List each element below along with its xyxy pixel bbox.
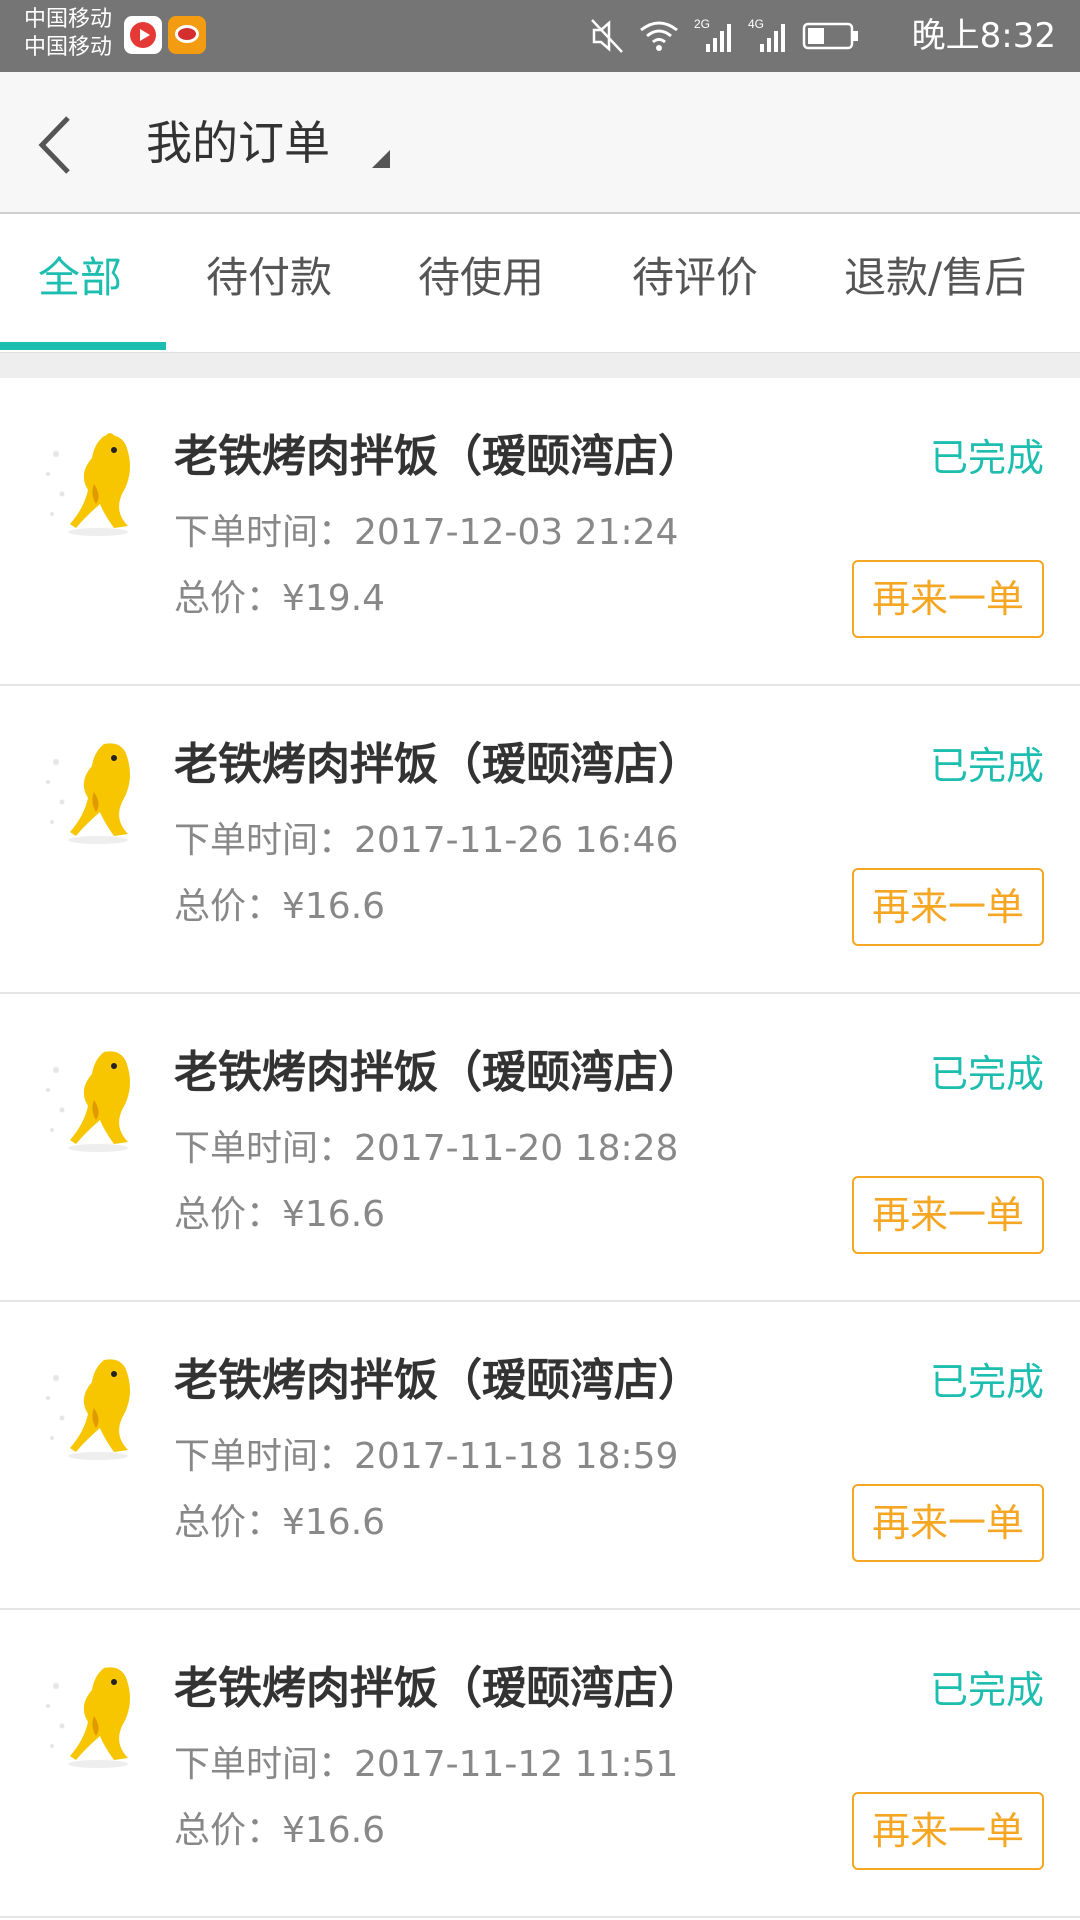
page-title[interactable]: 我的订单 (146, 108, 330, 178)
status-icons: 2G 4G (590, 14, 860, 58)
tab-refund[interactable]: 退款/售后 (844, 250, 1026, 306)
carrier-2: 中国移动 (24, 35, 113, 60)
order-time: 下单时间：2017-11-18 18:59 (174, 1436, 679, 1477)
order-total: 总价：¥16.6 (174, 1502, 386, 1543)
order-total: 总价：¥16.6 (174, 886, 386, 927)
shop-name: 老铁烤肉拌饭（瑷颐湾店） (174, 739, 702, 790)
order-card[interactable]: 老铁烤肉拌饭（瑷颐湾店） 已完成 下单时间：2017-11-26 16:46 总… (0, 686, 1080, 994)
status-bar: 中国移动 中国移动 2G 4G 晚上8:32 (0, 0, 1080, 72)
net-2g-label: 2G (694, 17, 710, 31)
order-list: 老铁烤肉拌饭（瑷颐湾店） 已完成 下单时间：2017-12-03 21:24 总… (0, 378, 1080, 1918)
shop-name: 老铁烤肉拌饭（瑷颐湾店） (174, 1355, 702, 1406)
order-card[interactable]: 老铁烤肉拌饭（瑷颐湾店） 已完成 下单时间：2017-11-18 18:59 总… (0, 1302, 1080, 1610)
order-total: 总价：¥19.4 (174, 578, 386, 619)
clock: 晚上8:32 (911, 16, 1056, 56)
video-app-icon (124, 16, 162, 54)
reorder-button[interactable]: 再来一单 (852, 1484, 1044, 1562)
mute-icon (591, 19, 623, 53)
back-arrow-icon (38, 116, 70, 174)
signal-4g-icon: 4G (748, 17, 785, 52)
tab-pending-use[interactable]: 待使用 (418, 250, 544, 306)
order-status: 已完成 (929, 1052, 1044, 1096)
reorder-button[interactable]: 再来一单 (852, 868, 1044, 946)
weibo-app-icon (168, 16, 206, 54)
order-status: 已完成 (929, 1360, 1044, 1404)
carrier-1: 中国移动 (24, 7, 113, 32)
order-total: 总价：¥16.6 (174, 1194, 386, 1235)
wifi-icon (640, 21, 678, 51)
kangaroo-logo-icon (46, 1667, 130, 1768)
order-status: 已完成 (929, 1668, 1044, 1712)
order-card[interactable]: 老铁烤肉拌饭（瑷颐湾店） 已完成 下单时间：2017-12-03 21:24 总… (0, 378, 1080, 686)
order-card[interactable]: 老铁烤肉拌饭（瑷颐湾店） 已完成 下单时间：2017-11-12 11:51 总… (0, 1610, 1080, 1918)
order-time: 下单时间：2017-12-03 21:24 (174, 512, 679, 553)
order-total: 总价：¥16.6 (174, 1810, 386, 1851)
tab-pending-review[interactable]: 待评价 (632, 250, 758, 306)
order-status: 已完成 (929, 436, 1044, 480)
order-card[interactable]: 老铁烤肉拌饭（瑷颐湾店） 已完成 下单时间：2017-11-20 18:28 总… (0, 994, 1080, 1302)
kangaroo-logo-icon (46, 1359, 130, 1460)
reorder-button[interactable]: 再来一单 (852, 560, 1044, 638)
reorder-button[interactable]: 再来一单 (852, 1792, 1044, 1870)
net-4g-label: 4G (748, 17, 764, 31)
order-tabs: 全部 待付款 待使用 待评价 退款/售后 (0, 216, 1080, 352)
kangaroo-logo-icon (46, 433, 130, 536)
tab-pending-payment[interactable]: 待付款 (206, 250, 332, 306)
order-status: 已完成 (929, 744, 1044, 788)
order-time: 下单时间：2017-11-20 18:28 (174, 1128, 679, 1169)
order-time: 下单时间：2017-11-12 11:51 (174, 1744, 679, 1785)
divider (0, 352, 1080, 378)
tab-all[interactable]: 全部 (38, 250, 122, 306)
kangaroo-logo-icon (46, 1051, 130, 1152)
shop-name: 老铁烤肉拌饭（瑷颐湾店） (174, 431, 702, 482)
active-tab-indicator (0, 342, 166, 350)
battery-icon (802, 22, 858, 50)
order-time: 下单时间：2017-11-26 16:46 (174, 820, 679, 861)
back-button[interactable] (30, 110, 90, 180)
shop-name: 老铁烤肉拌饭（瑷颐湾店） (174, 1663, 702, 1714)
kangaroo-logo-icon (46, 743, 130, 844)
shop-name: 老铁烤肉拌饭（瑷颐湾店） (174, 1047, 702, 1098)
dropdown-caret-icon[interactable] (372, 150, 390, 168)
signal-2g-icon: 2G (694, 17, 731, 52)
carrier-info: 中国移动 中国移动 (24, 6, 112, 62)
app-header: 我的订单 (0, 72, 1080, 214)
reorder-button[interactable]: 再来一单 (852, 1176, 1044, 1254)
